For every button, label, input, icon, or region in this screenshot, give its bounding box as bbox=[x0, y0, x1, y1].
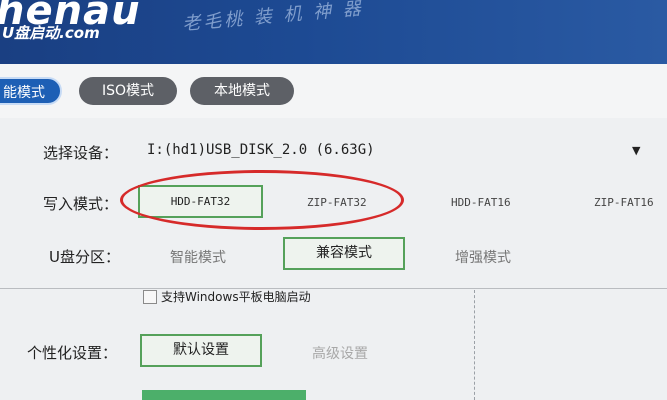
tablet-boot-label[interactable]: 支持Windows平板电脑启动 bbox=[161, 288, 311, 305]
partition-option-compatible[interactable]: 兼容模式 bbox=[283, 237, 405, 270]
default-settings-button[interactable]: 默认设置 bbox=[140, 334, 262, 367]
partition-option-enhanced[interactable]: 增强模式 bbox=[455, 247, 511, 267]
panel-divider bbox=[474, 290, 475, 400]
write-mode-option-zip-fat16[interactable]: ZIP-FAT16 bbox=[594, 196, 654, 209]
annotation-oval bbox=[120, 170, 404, 230]
start-button[interactable] bbox=[142, 390, 306, 400]
dropdown-caret-icon[interactable]: ▼ bbox=[632, 144, 640, 157]
write-mode-option-hdd-fat16[interactable]: HDD-FAT16 bbox=[451, 196, 511, 209]
partition-option-smart[interactable]: 智能模式 bbox=[170, 247, 226, 267]
brand-slogan: 老毛桃 装 机 神 器 bbox=[181, 0, 365, 35]
mode-tab-bar: 能模式 ISO模式 本地模式 bbox=[0, 64, 667, 118]
tablet-boot-checkbox[interactable] bbox=[143, 290, 157, 304]
brand-logo-sub: U盘启动.com bbox=[2, 24, 100, 42]
write-mode-label: 写入模式： bbox=[43, 195, 119, 213]
tab-local-mode[interactable]: 本地模式 bbox=[190, 77, 294, 105]
tab-smart-mode[interactable]: 能模式 bbox=[0, 77, 62, 105]
device-label: 选择设备： bbox=[43, 144, 119, 162]
partition-label: U盘分区： bbox=[49, 248, 120, 266]
advanced-settings-button[interactable]: 高级设置 bbox=[312, 343, 368, 363]
device-select[interactable]: I:(hd1)USB_DISK_2.0 (6.63G) bbox=[147, 142, 375, 158]
personalize-label: 个性化设置： bbox=[27, 344, 118, 362]
section-divider bbox=[0, 288, 667, 289]
app-header: henau U盘启动.com 老毛桃 装 机 神 器 bbox=[0, 0, 667, 64]
tab-iso-mode[interactable]: ISO模式 bbox=[79, 77, 177, 105]
